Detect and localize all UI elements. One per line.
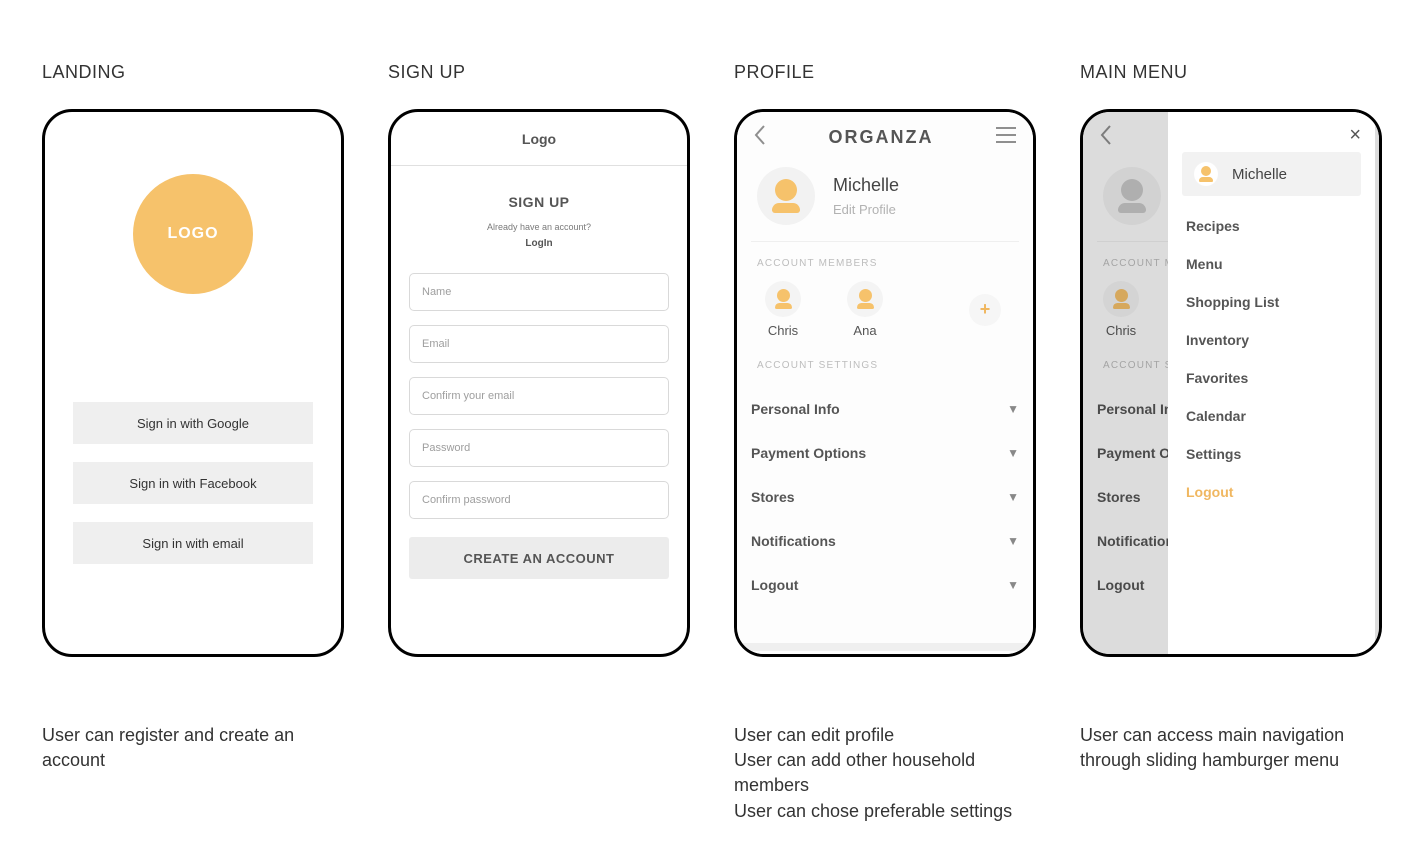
plus-icon: + <box>969 294 1001 326</box>
mainmenu-frame: ACCOUNT MEMBERS Chris ACCOUNT SETTINGS P… <box>1080 109 1382 657</box>
chevron-down-icon: ▼ <box>1007 446 1019 460</box>
settings-label: Logout <box>751 577 798 593</box>
signin-facebook-button[interactable]: Sign in with Facebook <box>73 462 313 504</box>
landing-frame: LOGO Sign in with Google Sign in with Fa… <box>42 109 344 657</box>
drawer-user-name: Michelle <box>1232 166 1287 183</box>
add-member-button[interactable]: + <box>969 294 1001 326</box>
settings-row-stores[interactable]: Stores ▼ <box>751 475 1019 519</box>
avatar-icon <box>1194 162 1218 186</box>
app-title: ORGANZA <box>829 127 934 148</box>
signup-heading: SIGN UP <box>508 194 569 210</box>
nav-item-calendar[interactable]: Calendar <box>1186 408 1357 424</box>
avatar-icon <box>847 281 883 317</box>
signup-already-label: Already have an account? <box>487 222 591 232</box>
chevron-down-icon: ▼ <box>1007 578 1019 592</box>
nav-item-logout[interactable]: Logout <box>1186 484 1357 500</box>
members-section-label: ACCOUNT MEMBERS <box>737 242 1033 279</box>
signin-email-button[interactable]: Sign in with email <box>73 522 313 564</box>
profile-caption-1: User can edit profile <box>734 723 1036 748</box>
bottom-bar <box>740 643 1030 651</box>
settings-label: Payment Options <box>751 445 866 461</box>
settings-row-personal[interactable]: Personal Info ▼ <box>751 387 1019 431</box>
settings-row-logout[interactable]: Logout ▼ <box>751 563 1019 607</box>
profile-caption-3: User can chose preferable settings <box>734 799 1036 824</box>
logo-text: LOGO <box>167 225 218 243</box>
settings-row-notifications[interactable]: Notifications ▼ <box>751 519 1019 563</box>
chevron-down-icon: ▼ <box>1007 402 1019 416</box>
profile-name: Michelle <box>833 175 899 196</box>
settings-section-label: ACCOUNT SETTINGS <box>737 344 1033 381</box>
nav-item-recipes[interactable]: Recipes <box>1186 218 1357 234</box>
signin-google-button[interactable]: Sign in with Google <box>73 402 313 444</box>
edit-profile-link[interactable]: Edit Profile <box>833 202 899 217</box>
member-item[interactable]: Ana <box>847 281 883 338</box>
mainmenu-caption: User can access main navigation through … <box>1080 723 1382 773</box>
avatar-icon <box>757 167 815 225</box>
logo-icon: LOGO <box>133 174 253 294</box>
nav-item-menu[interactable]: Menu <box>1186 256 1357 272</box>
signup-top-label: Logo <box>391 112 687 166</box>
signup-frame: Logo SIGN UP Already have an account? Lo… <box>388 109 690 657</box>
profile-frame: ORGANZA Michelle Edit Profile ACCOUNT ME… <box>734 109 1036 657</box>
settings-label: Stores <box>751 489 795 505</box>
chevron-down-icon: ▼ <box>1007 490 1019 504</box>
settings-row-payment[interactable]: Payment Options ▼ <box>751 431 1019 475</box>
member-item[interactable]: Chris <box>765 281 801 338</box>
screen-title-landing: LANDING <box>42 62 344 83</box>
email-field[interactable]: Email <box>409 325 669 363</box>
create-account-button[interactable]: CREATE AN ACCOUNT <box>409 537 669 579</box>
landing-caption: User can register and create an account <box>42 723 344 773</box>
login-link[interactable]: LogIn <box>525 238 552 249</box>
nav-drawer: × Michelle Recipes Menu Shopping List In… <box>1168 112 1375 654</box>
screen-title-signup: SIGN UP <box>388 62 690 83</box>
close-icon[interactable]: × <box>1349 124 1361 147</box>
password-field[interactable]: Password <box>409 429 669 467</box>
member-name: Ana <box>853 323 876 338</box>
drawer-user-row[interactable]: Michelle <box>1182 152 1361 196</box>
nav-item-shopping-list[interactable]: Shopping List <box>1186 294 1357 310</box>
nav-item-inventory[interactable]: Inventory <box>1186 332 1357 348</box>
confirm-password-field[interactable]: Confirm password <box>409 481 669 519</box>
back-icon[interactable] <box>753 124 767 151</box>
settings-label: Personal Info <box>751 401 840 417</box>
screen-title-mainmenu: MAIN MENU <box>1080 62 1382 83</box>
hamburger-icon[interactable] <box>995 126 1017 149</box>
avatar-icon <box>765 281 801 317</box>
screen-title-profile: PROFILE <box>734 62 1036 83</box>
settings-label: Notifications <box>751 533 836 549</box>
member-name: Chris <box>768 323 798 338</box>
chevron-down-icon: ▼ <box>1007 534 1019 548</box>
nav-item-settings[interactable]: Settings <box>1186 446 1357 462</box>
name-field[interactable]: Name <box>409 273 669 311</box>
nav-item-favorites[interactable]: Favorites <box>1186 370 1357 386</box>
profile-caption-2: User can add other household members <box>734 748 1036 798</box>
confirm-email-field[interactable]: Confirm your email <box>409 377 669 415</box>
